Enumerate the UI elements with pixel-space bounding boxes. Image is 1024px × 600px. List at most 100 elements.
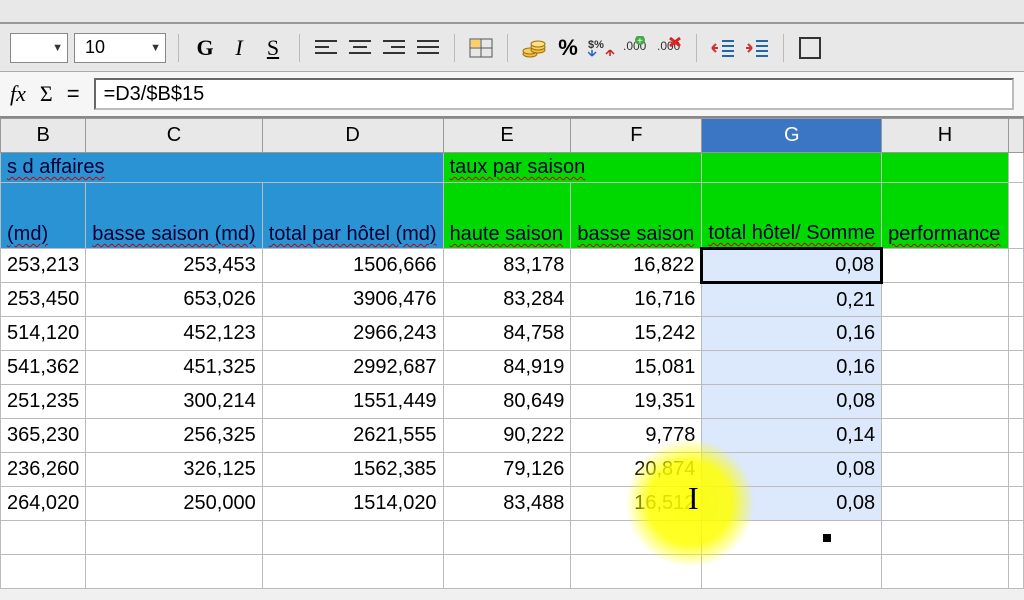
cell[interactable]: 541,362 xyxy=(1,351,86,385)
cell[interactable]: 0,16 xyxy=(702,317,882,351)
table-row[interactable] xyxy=(1,521,1024,555)
cell[interactable]: 326,125 xyxy=(86,453,262,487)
cell[interactable] xyxy=(1008,385,1023,419)
table-row[interactable]: 253,213 253,453 1506,666 83,178 16,822 0… xyxy=(1,249,1024,283)
cell[interactable]: 2966,243 xyxy=(262,317,443,351)
cell[interactable]: 0,08 xyxy=(702,453,882,487)
currency-button[interactable] xyxy=(520,34,548,62)
cell[interactable] xyxy=(571,521,702,555)
align-center-button[interactable] xyxy=(346,34,374,62)
col-header-H[interactable]: H xyxy=(882,119,1009,153)
cell[interactable] xyxy=(86,521,262,555)
cell[interactable] xyxy=(443,521,571,555)
cell[interactable]: 20,874 xyxy=(571,453,702,487)
cell[interactable]: 0,08 xyxy=(702,385,882,419)
col-header-blank[interactable] xyxy=(1008,119,1023,153)
font-name-dropdown[interactable]: ▼ xyxy=(10,33,68,63)
cell[interactable]: 2621,555 xyxy=(262,419,443,453)
cell[interactable]: 365,230 xyxy=(1,419,86,453)
cell[interactable] xyxy=(1,555,86,589)
cell[interactable]: 16,512 xyxy=(571,487,702,521)
cell[interactable]: 264,020 xyxy=(1,487,86,521)
cell[interactable] xyxy=(443,555,571,589)
cell[interactable] xyxy=(1,521,86,555)
table-row[interactable]: 264,020 250,000 1514,020 83,488 16,512 0… xyxy=(1,487,1024,521)
table-row[interactable] xyxy=(1,555,1024,589)
cell[interactable] xyxy=(702,555,882,589)
col-header-C[interactable]: C xyxy=(86,119,262,153)
cell[interactable]: 451,325 xyxy=(86,351,262,385)
cell[interactable]: 253,453 xyxy=(86,249,262,283)
cell[interactable]: 15,081 xyxy=(571,351,702,385)
formula-input[interactable] xyxy=(94,78,1014,110)
cell[interactable]: 15,242 xyxy=(571,317,702,351)
align-right-button[interactable] xyxy=(380,34,408,62)
italic-button[interactable]: I xyxy=(225,34,253,62)
cell[interactable]: 251,235 xyxy=(1,385,86,419)
col-header-F[interactable]: F xyxy=(571,119,702,153)
cell[interactable] xyxy=(1008,283,1023,317)
cell[interactable] xyxy=(571,555,702,589)
cell[interactable] xyxy=(882,283,1009,317)
function-wizard-icon[interactable]: fx xyxy=(10,81,26,107)
cell[interactable]: 83,488 xyxy=(443,487,571,521)
formula-equals-button[interactable]: = xyxy=(67,81,80,107)
cell[interactable] xyxy=(1008,521,1023,555)
cell[interactable] xyxy=(882,487,1009,521)
cell[interactable] xyxy=(1008,317,1023,351)
cell[interactable]: 1514,020 xyxy=(262,487,443,521)
borders-button[interactable] xyxy=(796,34,824,62)
font-size-dropdown[interactable]: 10 ▼ xyxy=(74,33,166,63)
cell[interactable]: 236,260 xyxy=(1,453,86,487)
cell[interactable]: 80,649 xyxy=(443,385,571,419)
table-row[interactable]: 251,235 300,214 1551,449 80,649 19,351 0… xyxy=(1,385,1024,419)
cell[interactable] xyxy=(1008,249,1023,283)
col-header-B[interactable]: B xyxy=(1,119,86,153)
cell[interactable] xyxy=(262,521,443,555)
cell[interactable]: 84,919 xyxy=(443,351,571,385)
cell[interactable]: 0,08 xyxy=(702,487,882,521)
cell[interactable]: 1506,666 xyxy=(262,249,443,283)
col-header-E[interactable]: E xyxy=(443,119,571,153)
cell[interactable]: 84,758 xyxy=(443,317,571,351)
cell[interactable]: 90,222 xyxy=(443,419,571,453)
cell[interactable]: 253,213 xyxy=(1,249,86,283)
spreadsheet-grid[interactable]: B C D E F G H s d affaires taux par sais… xyxy=(0,118,1024,589)
cell[interactable]: 300,214 xyxy=(86,385,262,419)
cell[interactable] xyxy=(882,555,1009,589)
cell[interactable]: 253,450 xyxy=(1,283,86,317)
cell[interactable] xyxy=(882,317,1009,351)
section-header-row[interactable]: s d affaires taux par saison xyxy=(1,153,1024,183)
cell[interactable]: 16,822 xyxy=(571,249,702,283)
underline-button[interactable]: S xyxy=(259,34,287,62)
bold-button[interactable]: G xyxy=(191,34,219,62)
cell[interactable]: 514,120 xyxy=(1,317,86,351)
table-row[interactable]: 541,362 451,325 2992,687 84,919 15,081 0… xyxy=(1,351,1024,385)
cell[interactable] xyxy=(1008,419,1023,453)
standard-format-button[interactable]: $% xyxy=(588,34,616,62)
align-justify-button[interactable] xyxy=(414,34,442,62)
table-row[interactable]: 365,230 256,325 2621,555 90,222 9,778 0,… xyxy=(1,419,1024,453)
fill-handle[interactable] xyxy=(823,534,831,542)
increase-indent-button[interactable] xyxy=(743,34,771,62)
align-left-button[interactable] xyxy=(312,34,340,62)
column-header-row[interactable]: B C D E F G H xyxy=(1,119,1024,153)
cell[interactable]: 16,716 xyxy=(571,283,702,317)
cell[interactable]: 0,14 xyxy=(702,419,882,453)
col-header-D[interactable]: D xyxy=(262,119,443,153)
cell[interactable]: 19,351 xyxy=(571,385,702,419)
field-header-row[interactable]: (md) basse saison (md) total par hôtel (… xyxy=(1,183,1024,249)
cell[interactable] xyxy=(1008,487,1023,521)
spreadsheet-area[interactable]: B C D E F G H s d affaires taux par sais… xyxy=(0,118,1024,589)
cell[interactable] xyxy=(1008,351,1023,385)
sum-icon[interactable]: Σ xyxy=(40,81,53,107)
cell[interactable] xyxy=(262,555,443,589)
cell[interactable] xyxy=(882,385,1009,419)
table-row[interactable]: 514,120 452,123 2966,243 84,758 15,242 0… xyxy=(1,317,1024,351)
cell[interactable]: 3906,476 xyxy=(262,283,443,317)
cell[interactable]: 1551,449 xyxy=(262,385,443,419)
cell[interactable] xyxy=(702,521,882,555)
cell[interactable] xyxy=(882,419,1009,453)
cell[interactable] xyxy=(882,453,1009,487)
cell[interactable]: 79,126 xyxy=(443,453,571,487)
